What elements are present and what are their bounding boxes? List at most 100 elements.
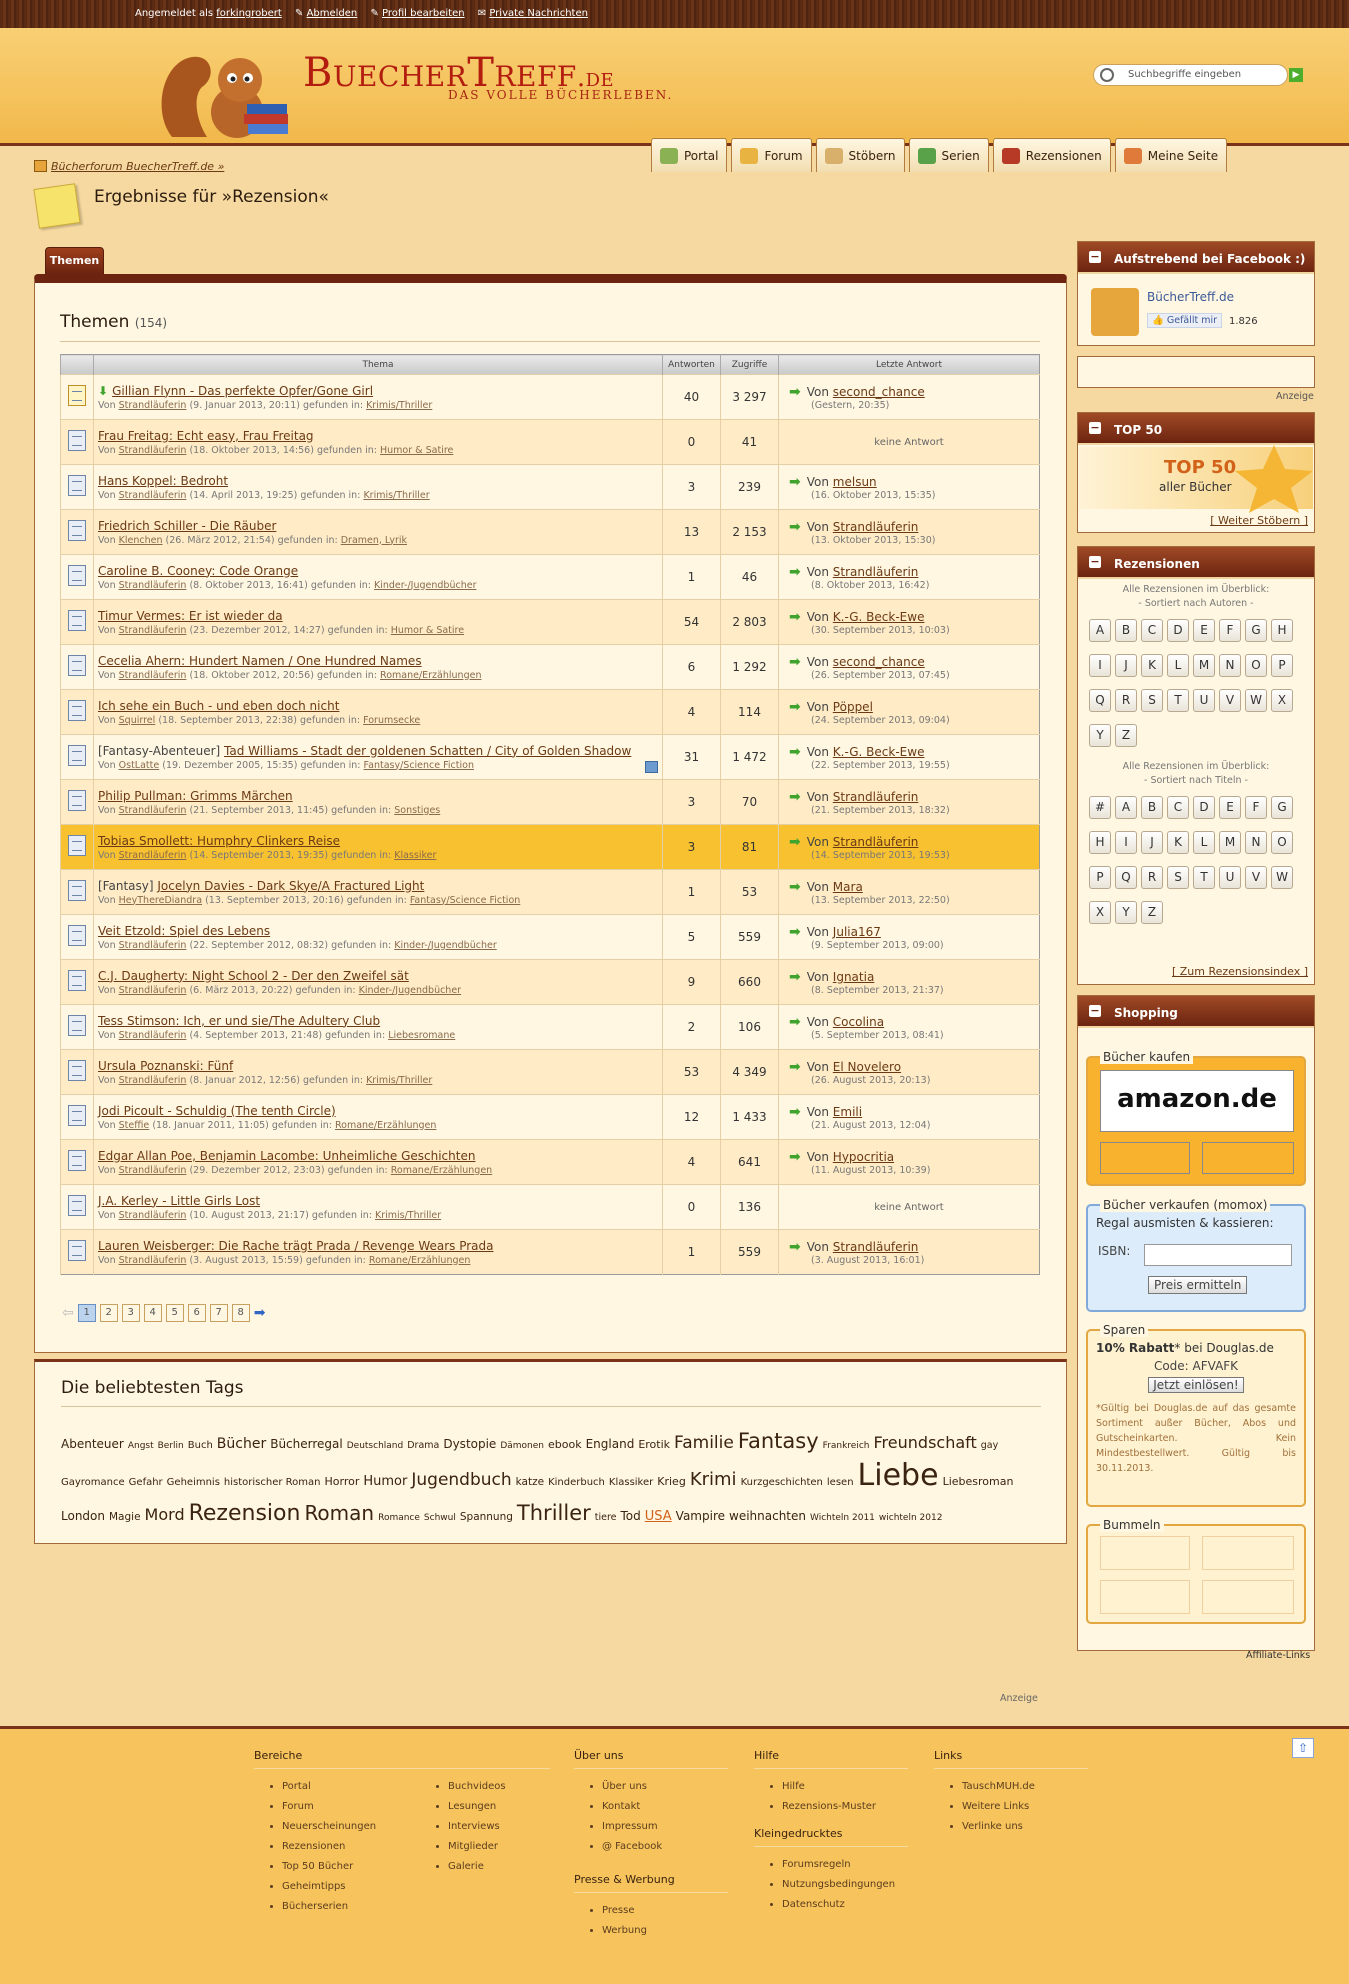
topic-forum-link[interactable]: Forumsecke <box>363 715 420 726</box>
tag-link[interactable]: ebook <box>548 1430 582 1460</box>
footer-link[interactable]: Bücherserien <box>282 1897 420 1917</box>
reviews-box-header[interactable]: Rezensionen <box>1078 547 1314 579</box>
tag-link[interactable]: Horror <box>325 1467 360 1497</box>
letter-button[interactable]: U <box>1219 866 1241 889</box>
footer-link[interactable]: Geheimtipps <box>282 1877 420 1897</box>
last-reply-user-link[interactable]: K.-G. Beck-Ewe <box>833 610 925 624</box>
go-to-last-post-icon[interactable]: ➡ <box>789 834 801 850</box>
last-reply-user-link[interactable]: Strandläuferin <box>833 565 919 579</box>
tag-link[interactable]: Angst <box>128 1431 154 1461</box>
last-reply-user-link[interactable]: Emili <box>833 1105 862 1119</box>
tag-link[interactable]: katze <box>516 1467 544 1497</box>
letter-button[interactable]: W <box>1245 689 1267 712</box>
topic-author-link[interactable]: Steffie <box>119 1120 150 1131</box>
topic-title-link[interactable]: Jodi Picoult - Schuldig (The tenth Circl… <box>98 1104 336 1118</box>
footer-link[interactable]: Lesungen <box>448 1797 506 1817</box>
tag-link[interactable]: Familie <box>674 1428 734 1458</box>
topic-author-link[interactable]: HeyThereDiandra <box>119 895 202 906</box>
last-reply-user-link[interactable]: K.-G. Beck-Ewe <box>833 745 925 759</box>
tag-link[interactable]: Gayromance <box>61 1468 125 1498</box>
topic-forum-link[interactable]: Humor & Satire <box>380 445 453 456</box>
topic-forum-link[interactable]: Dramen, Lyrik <box>341 535 407 546</box>
col-zugriffe[interactable]: Zugriffe <box>720 354 779 375</box>
footer-link[interactable]: Datenschutz <box>782 1895 908 1915</box>
tag-link[interactable]: Buch <box>188 1431 213 1461</box>
topic-forum-link[interactable]: Fantasy/Science Fiction <box>364 760 474 771</box>
topic-author-link[interactable]: Strandläuferin <box>119 490 187 501</box>
tag-link[interactable]: Deutschland <box>347 1431 403 1461</box>
bummeln-slot-4[interactable] <box>1202 1580 1294 1614</box>
nav-tab-portal[interactable]: Portal <box>651 138 728 172</box>
top50-box-header[interactable]: TOP 50 <box>1078 413 1314 445</box>
go-to-last-post-icon[interactable]: ➡ <box>789 924 801 940</box>
private-messages-link[interactable]: ✉ Private Nachrichten <box>478 8 588 19</box>
go-to-last-post-icon[interactable]: ➡ <box>789 879 801 895</box>
tag-link[interactable]: Dystopie <box>443 1429 496 1459</box>
letter-button[interactable]: R <box>1115 689 1137 712</box>
topic-author-link[interactable]: Strandläuferin <box>119 1030 187 1041</box>
tag-link[interactable]: USA <box>645 1502 672 1532</box>
tag-link[interactable]: Freundschaft <box>874 1428 977 1458</box>
isbn-input[interactable] <box>1144 1244 1292 1266</box>
footer-link[interactable]: @ Facebook <box>602 1837 728 1857</box>
search-input[interactable]: Suchbegriffe eingeben <box>1093 64 1288 86</box>
table-row[interactable]: Edgar Allan Poe, Benjamin Lacombe: Unhei… <box>60 1139 1040 1185</box>
footer-link[interactable]: Buchvideos <box>448 1777 506 1797</box>
next-page-arrow-icon[interactable]: ➡ <box>254 1305 266 1321</box>
table-row[interactable]: C.J. Daugherty: Night School 2 - Der den… <box>60 959 1040 1005</box>
last-reply-user-link[interactable]: Mara <box>833 880 863 894</box>
topic-title-link[interactable]: Tad Williams - Stadt der goldenen Schatt… <box>224 744 631 758</box>
letter-button[interactable]: C <box>1167 796 1189 819</box>
letter-button[interactable]: X <box>1089 901 1111 924</box>
bummeln-slot-1[interactable] <box>1100 1536 1190 1570</box>
footer-link[interactable]: Impressum <box>602 1817 728 1837</box>
tag-link[interactable]: Abenteuer <box>61 1429 124 1459</box>
tag-link[interactable]: Jugendbuch <box>411 1465 511 1495</box>
letter-button[interactable]: K <box>1141 654 1163 677</box>
letter-button[interactable]: B <box>1141 796 1163 819</box>
letter-button[interactable]: Z <box>1141 901 1163 924</box>
topic-title-link[interactable]: Gillian Flynn - Das perfekte Opfer/Gone … <box>112 384 373 398</box>
letter-button[interactable]: M <box>1193 654 1215 677</box>
tag-link[interactable]: Krimi <box>690 1465 737 1495</box>
breadcrumb[interactable]: Bücherforum BuecherTreff.de » <box>34 160 224 173</box>
letter-button[interactable]: C <box>1141 619 1163 642</box>
tab-themen[interactable]: Themen <box>45 247 104 275</box>
last-reply-user-link[interactable]: Cocolina <box>833 1015 884 1029</box>
new-post-arrow-icon[interactable]: ⬇ <box>98 384 108 398</box>
go-to-last-post-icon[interactable]: ➡ <box>789 384 801 400</box>
review-index-link[interactable]: [ Zum Rezensionsindex ] <box>1172 965 1308 978</box>
tag-link[interactable]: Erotik <box>638 1430 670 1460</box>
tag-link[interactable]: gay <box>981 1431 998 1461</box>
letter-button[interactable]: J <box>1141 831 1163 854</box>
tag-link[interactable]: Berlin <box>158 1431 184 1461</box>
letter-button[interactable]: H <box>1089 831 1111 854</box>
table-row[interactable]: [Fantasy-Abenteuer] Tad Williams - Stadt… <box>60 734 1040 780</box>
letter-button[interactable]: M <box>1219 831 1241 854</box>
topic-title-link[interactable]: Jocelyn Davies - Dark Skye/A Fractured L… <box>157 879 424 893</box>
facebook-box-header[interactable]: Aufstrebend bei Facebook :) <box>1078 242 1314 274</box>
table-row[interactable]: Friedrich Schiller - Die Räuber Von Klenc… <box>60 509 1040 555</box>
go-to-last-post-icon[interactable]: ➡ <box>789 1059 801 1075</box>
go-to-last-post-icon[interactable]: ➡ <box>789 1239 801 1255</box>
topic-title-link[interactable]: Edgar Allan Poe, Benjamin Lacombe: Unhei… <box>98 1149 475 1163</box>
go-to-last-post-icon[interactable]: ➡ <box>789 1014 801 1030</box>
tag-link[interactable]: Klassiker <box>609 1468 653 1498</box>
tag-link[interactable]: Humor <box>363 1467 407 1497</box>
last-reply-user-link[interactable]: Strandläuferin <box>833 790 919 804</box>
letter-button[interactable]: Q <box>1089 689 1111 712</box>
topic-forum-link[interactable]: Krimis/Thriller <box>375 1210 441 1221</box>
tag-link[interactable]: weihnachten <box>729 1501 806 1531</box>
topic-title-link[interactable]: Cecelia Ahern: Hundert Namen / One Hundr… <box>98 654 422 668</box>
letter-button[interactable]: X <box>1271 689 1293 712</box>
topic-forum-link[interactable]: Romane/Erzählungen <box>380 670 481 681</box>
footer-link[interactable]: Werbung <box>602 1921 728 1941</box>
letter-button[interactable]: O <box>1271 831 1293 854</box>
letter-button[interactable]: E <box>1219 796 1241 819</box>
letter-button[interactable]: Z <box>1115 724 1137 747</box>
letter-button[interactable]: I <box>1089 654 1111 677</box>
go-to-last-post-icon[interactable]: ➡ <box>789 519 801 535</box>
table-row[interactable]: Cecelia Ahern: Hundert Namen / One Hundr… <box>60 644 1040 690</box>
tag-link[interactable]: tiere <box>595 1503 617 1533</box>
shopping-box-header[interactable]: Shopping <box>1078 996 1314 1028</box>
